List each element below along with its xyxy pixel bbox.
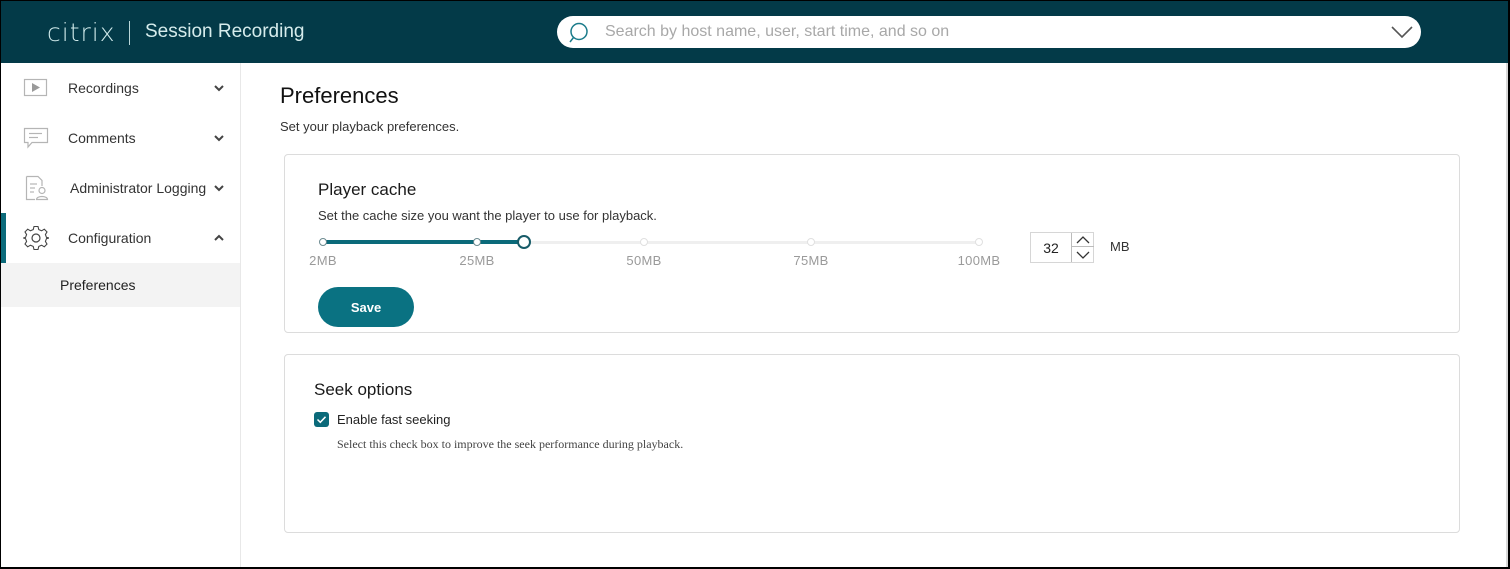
slider-fill <box>323 240 524 244</box>
app-window: citrix Session Recording Recordings <box>1 1 1508 567</box>
top-bar: citrix Session Recording <box>1 1 1508 63</box>
admin-log-icon <box>25 175 49 201</box>
chevron-down-icon[interactable] <box>1391 24 1413 40</box>
sidebar-item-administrator-logging[interactable]: Administrator Logging <box>1 163 240 213</box>
cache-size-input[interactable] <box>1031 233 1071 262</box>
chevron-down-icon[interactable] <box>213 83 225 93</box>
logo-divider <box>129 21 130 45</box>
sidebar-subitem-preferences[interactable]: Preferences <box>1 263 240 307</box>
sidebar-subitem-label: Preferences <box>60 277 136 293</box>
sidebar-item-label: Recordings <box>68 80 139 96</box>
fast-seeking-checkbox[interactable] <box>314 412 329 427</box>
player-cache-card: Player cache Set the cache size you want… <box>284 154 1460 333</box>
sidebar: Recordings Comments Administrator Loggin… <box>1 63 241 567</box>
seek-options-card: Seek options Enable fast seeking Select … <box>284 354 1460 533</box>
slider-tick[interactable] <box>975 238 983 246</box>
slider-tick-label: 2MB <box>309 253 337 268</box>
slider-thumb[interactable] <box>516 235 531 249</box>
slider-tick[interactable] <box>319 238 327 246</box>
chevron-down-icon <box>1076 251 1090 259</box>
sidebar-item-comments[interactable]: Comments <box>1 113 240 163</box>
citrix-logo[interactable]: citrix <box>47 18 116 47</box>
search-bar[interactable] <box>557 16 1421 48</box>
section-description: Set the cache size you want the player t… <box>318 208 657 223</box>
app-title: Session Recording <box>145 21 305 42</box>
fast-seeking-help: Select this check box to improve the see… <box>337 437 684 451</box>
slider-tick[interactable] <box>640 238 648 246</box>
play-icon <box>23 78 48 97</box>
slider-tick-label: 50MB <box>626 253 662 268</box>
scrollbar[interactable] <box>1506 63 1508 567</box>
slider-tick-label: 75MB <box>793 253 829 268</box>
decrement-button[interactable] <box>1072 248 1094 262</box>
unit-label: MB <box>1110 239 1130 254</box>
slider-tick-label: 100MB <box>957 253 1001 268</box>
gear-icon <box>23 225 49 251</box>
cache-size-slider[interactable]: 2MB 25MB 50MB 75MB 100MB <box>309 233 1000 273</box>
slider-tick-label: 25MB <box>459 253 495 268</box>
checkmark-icon <box>316 416 327 424</box>
section-title: Player cache <box>318 180 417 199</box>
search-input[interactable] <box>605 16 1365 48</box>
slider-tick[interactable] <box>807 238 815 246</box>
page-subtitle: Set your playback preferences. <box>280 119 460 134</box>
chevron-up-icon <box>1076 236 1090 244</box>
fast-seeking-label[interactable]: Enable fast seeking <box>337 412 450 427</box>
cache-size-stepper[interactable] <box>1030 232 1094 263</box>
save-button[interactable]: Save <box>318 287 414 327</box>
stepper-buttons <box>1071 233 1094 262</box>
sidebar-item-recordings[interactable]: Recordings <box>1 63 240 113</box>
page-title: Preferences <box>280 83 399 108</box>
comment-icon <box>23 127 49 149</box>
section-title: Seek options <box>314 380 413 399</box>
chevron-up-icon[interactable] <box>213 233 225 243</box>
sidebar-item-configuration[interactable]: Configuration <box>1 213 240 263</box>
slider-tick[interactable] <box>473 238 481 246</box>
chevron-down-icon[interactable] <box>213 183 225 193</box>
increment-button[interactable] <box>1072 233 1094 247</box>
search-icon[interactable] <box>569 22 591 44</box>
sidebar-item-label: Configuration <box>68 230 152 246</box>
sidebar-item-label: Comments <box>68 130 136 146</box>
sidebar-item-label: Administrator Logging <box>70 180 207 196</box>
chevron-down-icon[interactable] <box>213 133 225 143</box>
